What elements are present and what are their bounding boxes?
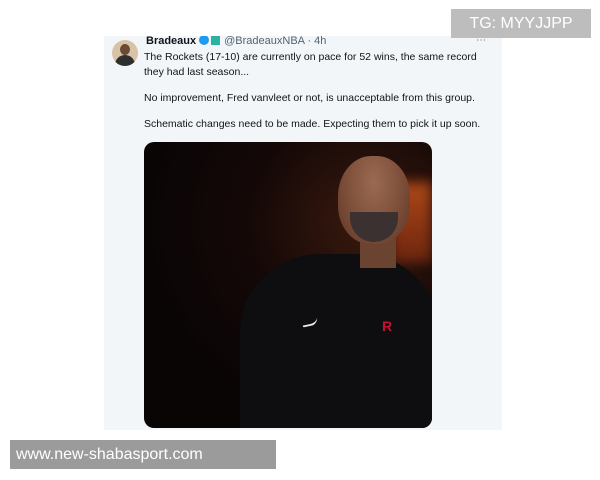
telegram-watermark: TG: MYYJJPP: [451, 9, 591, 38]
tweet-card[interactable]: Bradeaux @BradeauxNBA · 4h ⋯ The Rockets …: [104, 36, 502, 430]
handle-and-time[interactable]: @BradeauxNBA · 4h: [224, 36, 326, 47]
avatar[interactable]: [112, 40, 138, 66]
tweet-photo[interactable]: R: [144, 142, 432, 428]
url-watermark: www.new-shabasport.com: [10, 440, 276, 469]
org-badge-icon: [211, 36, 221, 45]
more-icon[interactable]: ⋯: [476, 36, 486, 46]
tweet-paragraph: Schematic changes need to be made. Expec…: [144, 118, 481, 130]
avatar-head: [120, 44, 130, 55]
tweet-paragraph: The Rockets (17-10) are currently on pac…: [144, 51, 477, 78]
coach-shirt: [240, 254, 432, 428]
team-logo-icon: R: [382, 318, 393, 334]
tweet-text: The Rockets (17-10) are currently on pac…: [144, 50, 498, 143]
tweet-paragraph: No improvement, Fred vanvleet or not, is…: [144, 92, 475, 104]
tweet-header: Bradeaux @BradeauxNBA · 4h: [146, 36, 496, 48]
verified-icon: [199, 36, 210, 45]
display-name[interactable]: Bradeaux: [146, 36, 196, 47]
avatar-body: [115, 55, 135, 66]
